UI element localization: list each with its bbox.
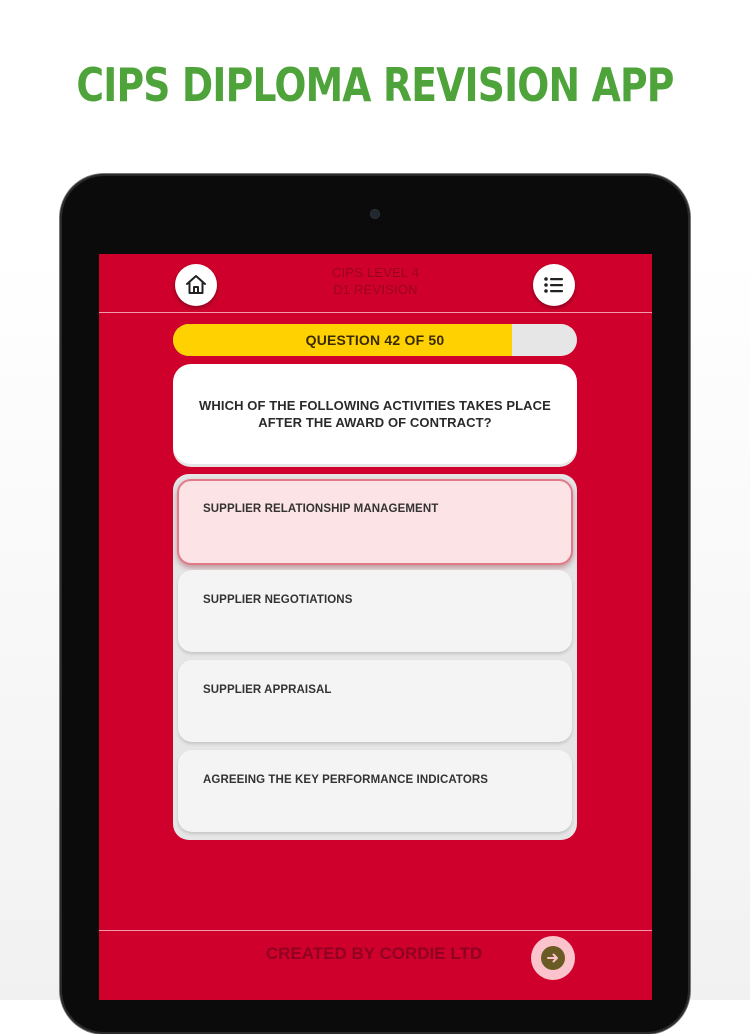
question-card: WHICH OF THE FOLLOWING ACTIVITIES TAKES …: [173, 364, 577, 464]
app-header-title: CIPS LEVEL 4 D1 REVISION: [249, 264, 502, 298]
camera-icon: [371, 210, 379, 218]
header-title-line1: CIPS LEVEL 4: [331, 265, 420, 280]
footer-credit: CREATED BY CORDIE LTD: [265, 944, 483, 963]
app-screen: CIPS LEVEL 4 D1 REVISION QUESTION 42 OF …: [99, 254, 652, 1000]
progress-label: QUESTION 42 OF 50: [305, 332, 445, 348]
footer-divider: [99, 930, 652, 931]
answer-label: SUPPLIER APPRAISAL: [203, 684, 332, 696]
header-divider: [99, 312, 652, 313]
question-text: WHICH OF THE FOLLOWING ACTIVITIES TAKES …: [199, 398, 551, 430]
answer-option[interactable]: AGREEING THE KEY PERFORMANCE INDICATORS: [178, 750, 572, 832]
home-button[interactable]: [175, 264, 217, 306]
answer-option[interactable]: SUPPLIER RELATIONSHIP MANAGEMENT: [177, 479, 573, 565]
answer-label: SUPPLIER NEGOTIATIONS: [203, 594, 353, 606]
header-title-line2: D1 REVISION: [333, 282, 418, 297]
promo-title: CIPS DIPLOMA REVISION APP: [76, 58, 674, 112]
arrow-right-icon: [547, 953, 558, 963]
answer-label: AGREEING THE KEY PERFORMANCE INDICATORS: [203, 774, 489, 786]
answer-option[interactable]: SUPPLIER APPRAISAL: [178, 660, 572, 742]
list-menu-icon: [544, 277, 563, 293]
question-progress-bar: QUESTION 42 OF 50: [173, 324, 577, 356]
next-question-button[interactable]: [531, 936, 575, 980]
answer-label: SUPPLIER RELATIONSHIP MANAGEMENT: [203, 503, 439, 515]
answers-panel: SUPPLIER RELATIONSHIP MANAGEMENT SUPPLIE…: [173, 474, 577, 840]
answer-option[interactable]: SUPPLIER NEGOTIATIONS: [178, 570, 572, 652]
home-icon: [186, 275, 206, 294]
next-button-inner: [541, 946, 565, 970]
menu-button[interactable]: [533, 264, 575, 306]
